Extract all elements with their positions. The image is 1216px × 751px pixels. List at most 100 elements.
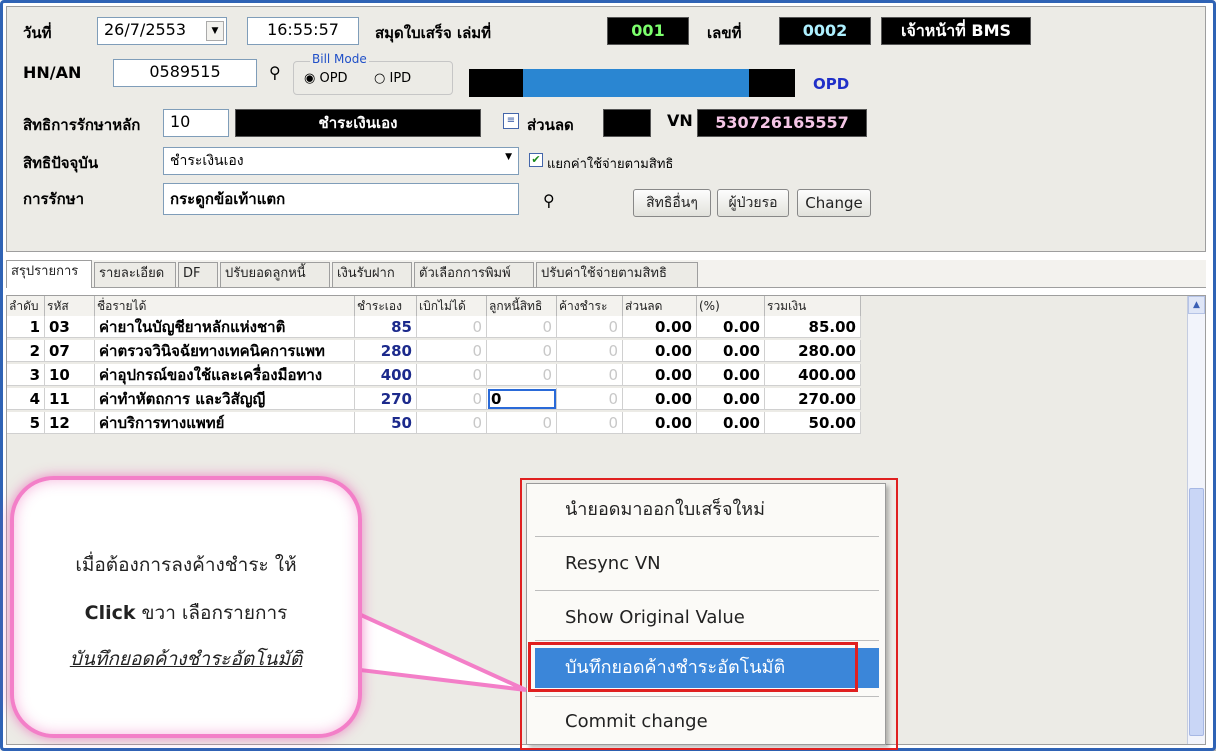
chevron-down-icon[interactable]: ▼ [505, 152, 512, 162]
cell-self-pay[interactable]: 270 [355, 388, 417, 410]
cell-no[interactable]: 4 [7, 388, 45, 410]
tab-df[interactable]: DF [178, 262, 218, 287]
cell-code[interactable]: 10 [45, 364, 95, 386]
cell-outstanding[interactable]: 0 [557, 340, 623, 362]
cell-total[interactable]: 270.00 [765, 388, 861, 410]
current-right-select[interactable]: ชำระเงินเอง ▼ [163, 147, 519, 175]
chevron-down-icon[interactable]: ▼ [206, 21, 224, 41]
cell-total[interactable]: 50.00 [765, 412, 861, 434]
cell-non-claim[interactable]: 0 [417, 412, 487, 434]
cell-percent[interactable]: 0.00 [697, 316, 765, 338]
cell-outstanding[interactable]: 0 [557, 412, 623, 434]
cell-outstanding[interactable]: 0 [557, 316, 623, 338]
item-highlight-frame [528, 642, 858, 692]
cell-code[interactable]: 07 [45, 340, 95, 362]
cell-no[interactable]: 3 [7, 364, 45, 386]
tab-deposit[interactable]: เงินรับฝาก [332, 262, 412, 287]
tab-right-adjust[interactable]: ปรับค่าใช้จ่ายตามสิทธิ [536, 262, 698, 287]
column-header[interactable]: รวมเงิน [765, 296, 861, 316]
cell-outstanding[interactable]: 0 [557, 364, 623, 386]
cell-debtor[interactable]: 0 [487, 316, 557, 338]
cell-non-claim[interactable]: 0 [417, 388, 487, 410]
tab-summary[interactable]: สรุปรายการ [6, 260, 92, 288]
cell-discount[interactable]: 0.00 [623, 388, 697, 410]
other-rights-button[interactable]: สิทธิอื่นๆ [633, 189, 711, 217]
change-button[interactable]: Change [797, 189, 871, 217]
cell-total[interactable]: 400.00 [765, 364, 861, 386]
vertical-scrollbar[interactable]: ▲ [1187, 296, 1205, 744]
cell-name[interactable]: ค่าตรวจวินิจฉัยทางเทคนิคการแพท [95, 340, 355, 362]
treatment-input[interactable]: กระดูกข้อเท้าแตก [163, 183, 519, 215]
cell-self-pay[interactable]: 85 [355, 316, 417, 338]
radio-opd-label: OPD [319, 71, 348, 86]
cell-self-pay[interactable]: 280 [355, 340, 417, 362]
cell-non-claim[interactable]: 0 [417, 364, 487, 386]
menu-highlight-frame [520, 478, 898, 750]
tab-print-options[interactable]: ตัวเลือกการพิมพ์ [414, 262, 534, 287]
cell-self-pay[interactable]: 50 [355, 412, 417, 434]
main-right-code[interactable]: 10 [163, 109, 229, 137]
cell-name[interactable]: ค่าอุปกรณ์ของใช้และเครื่องมือทาง [95, 364, 355, 386]
edit-right-icon[interactable]: ≡ [503, 113, 519, 129]
cell-code[interactable]: 11 [45, 388, 95, 410]
tab-debtor-adjust[interactable]: ปรับยอดลูกหนี้ [220, 262, 330, 287]
cell-non-claim[interactable]: 0 [417, 340, 487, 362]
current-right-label: สิทธิปัจจุบัน [23, 154, 99, 172]
column-header[interactable]: รหัส [45, 296, 95, 316]
cell-debtor[interactable]: 0 [487, 412, 557, 434]
cell-code[interactable]: 12 [45, 412, 95, 434]
cell-discount[interactable]: 0.00 [623, 340, 697, 362]
cell-percent[interactable]: 0.00 [697, 388, 765, 410]
cell-discount[interactable]: 0.00 [623, 316, 697, 338]
column-header[interactable]: ลูกหนี้สิทธิ [487, 296, 557, 316]
column-header[interactable]: ลำดับ [7, 296, 45, 316]
cell-percent[interactable]: 0.00 [697, 364, 765, 386]
cell-discount[interactable]: 0.00 [623, 364, 697, 386]
waiting-patient-button[interactable]: ผู้ป่วยรอ [717, 189, 789, 217]
callout-pointer [347, 606, 527, 692]
scroll-thumb[interactable] [1189, 488, 1204, 736]
column-header[interactable]: ชำระเอง [355, 296, 417, 316]
column-header[interactable]: ค้างชำระ [557, 296, 623, 316]
cell-debtor[interactable]: 0 [487, 340, 557, 362]
column-header[interactable]: ส่วนลด [623, 296, 697, 316]
cell-total[interactable]: 85.00 [765, 316, 861, 338]
current-right-value: ชำระเงินเอง [170, 153, 244, 169]
cell-outstanding[interactable]: 0 [557, 388, 623, 410]
cell-percent[interactable]: 0.00 [697, 340, 765, 362]
cell-non-claim[interactable]: 0 [417, 316, 487, 338]
cell-name[interactable]: ค่าบริการทางแพทย์ [95, 412, 355, 434]
column-header[interactable]: เบิกไม่ได้ [417, 296, 487, 316]
radio-ipd[interactable]: ○ IPD [374, 71, 411, 86]
search-treatment-icon[interactable]: ⚲ [543, 191, 555, 210]
radio-ipd-label: IPD [389, 71, 412, 86]
cell-no[interactable]: 1 [7, 316, 45, 338]
cell-percent[interactable]: 0.00 [697, 412, 765, 434]
callout-line-2-rest: ขวา เลือกรายการ [135, 602, 288, 624]
cell-name[interactable]: ค่าทำหัตถการ และวิสัญญี [95, 388, 355, 410]
cell-code[interactable]: 03 [45, 316, 95, 338]
patient-extra-field [749, 69, 795, 97]
cell-discount[interactable]: 0.00 [623, 412, 697, 434]
cell-total[interactable]: 280.00 [765, 340, 861, 362]
cell-self-pay[interactable]: 400 [355, 364, 417, 386]
cell-no[interactable]: 2 [7, 340, 45, 362]
cell-no[interactable]: 5 [7, 412, 45, 434]
column-header[interactable]: (%) [697, 296, 765, 316]
callout-line-3: บันทึกยอดค้างชำระอัตโนมัติ [69, 648, 303, 670]
cell-debtor[interactable]: 0 [487, 364, 557, 386]
cell-debtor[interactable]: 0 [487, 388, 557, 410]
column-header[interactable]: ชื่อรายได้ [95, 296, 355, 316]
binoculars-icon[interactable]: ⚲ [269, 63, 281, 82]
receipt-book-number: 001 [607, 17, 689, 45]
radio-opd[interactable]: ◉ OPD [304, 71, 348, 86]
hn-input[interactable]: 0589515 [113, 59, 257, 87]
receipt-number-label: เลขที่ [707, 24, 742, 42]
split-checkbox[interactable]: ✔ [529, 153, 543, 167]
cell-name[interactable]: ค่ายาในบัญชียาหลักแห่งชาติ [95, 316, 355, 338]
scroll-up-arrow[interactable]: ▲ [1188, 296, 1205, 314]
receipt-number-value: 0002 [779, 17, 871, 45]
time-field[interactable]: 16:55:57 [247, 17, 359, 45]
date-picker[interactable]: 26/7/2553 ▼ [97, 17, 227, 45]
tab-details[interactable]: รายละเอียด [94, 262, 176, 287]
